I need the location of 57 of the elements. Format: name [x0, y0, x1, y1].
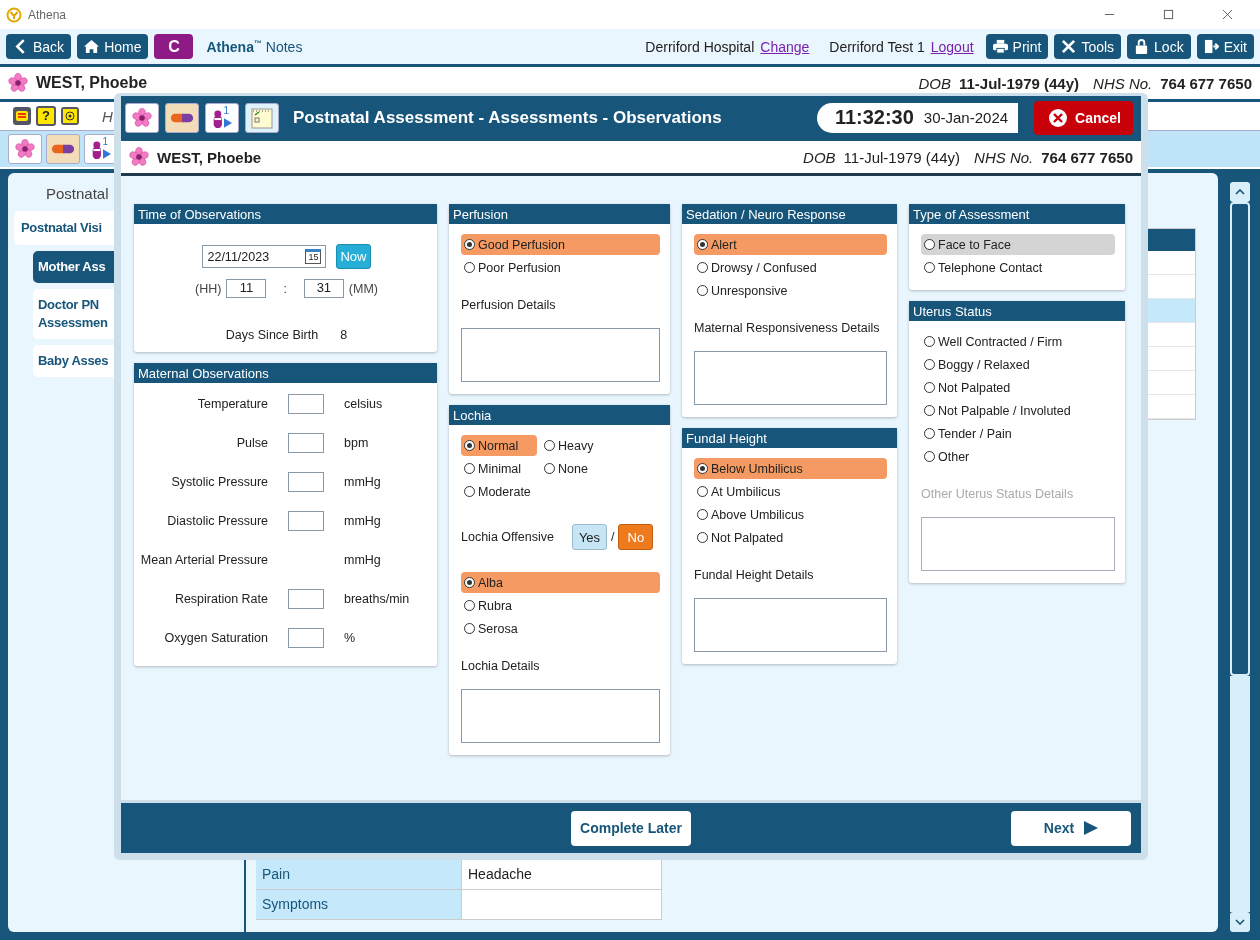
dob-label: DOB	[803, 148, 836, 166]
field-label: Lochia Offensive	[461, 530, 554, 544]
count-label: 1	[102, 136, 108, 147]
minute-label: (MM)	[348, 281, 378, 296]
app-name: Athena$^{™}$ Notes	[206, 38, 303, 55]
panel-title: Maternal Observations	[134, 363, 437, 383]
user-name: Derriford Test 1	[829, 38, 925, 55]
nhs-label: NHS No.	[1093, 74, 1153, 92]
unit-label: mmHg	[344, 553, 382, 567]
unit-label: celsius	[344, 397, 384, 411]
clock-display: 11:32:30 30-Jan-2024	[816, 102, 1019, 133]
toggle-separator: /	[610, 530, 615, 544]
count-label: 1	[223, 104, 229, 116]
table-cell: Pain	[256, 860, 461, 889]
time-separator: :	[283, 281, 287, 296]
table-cell: Symptoms	[256, 890, 461, 919]
header-text: H	[102, 107, 113, 125]
unit-label: %	[344, 631, 357, 645]
field-label: Pulse	[235, 436, 268, 450]
nhs-number: 764 677 7650	[1041, 148, 1133, 166]
days-value: 8	[340, 328, 348, 342]
field-label: Maternal Responsiveness Details	[694, 321, 881, 335]
field-label: Fundal Height Details	[694, 568, 815, 582]
hospital-name: Derriford Hospital	[645, 38, 755, 55]
field-label: Lochia Details	[461, 659, 541, 673]
unit-label: mmHg	[344, 475, 382, 489]
field-label: Other Uterus Status Details	[921, 487, 1075, 501]
dob-value: 11-Jul-1979 (44y)	[958, 74, 1080, 92]
panel-title: Fundal Height	[682, 428, 897, 448]
field-label: Temperature	[196, 397, 268, 411]
field-label: Mean Arterial Pressure	[139, 553, 268, 567]
section-heading: Postnatal	[46, 185, 110, 202]
field-label: Days Since Birth	[225, 328, 319, 342]
nhs-label: NHS No.	[974, 148, 1034, 166]
field-label: Respiration Rate	[173, 592, 268, 606]
panel-title: Type of Assessment	[909, 204, 1125, 224]
dob-label: DOB	[918, 74, 951, 92]
panel-title: Lochia	[449, 405, 670, 425]
dialog-title: Postnatal Assessment - Assessments - Observations	[293, 107, 722, 128]
field-label: Systolic Pressure	[170, 475, 268, 489]
table-cell: Headache	[461, 860, 662, 889]
unit-label: bpm	[344, 436, 370, 450]
field-label: Diastolic Pressure	[166, 514, 268, 528]
field-label: Oxygen Saturation	[163, 631, 268, 645]
nhs-number: 764 677 7650	[1160, 74, 1252, 92]
patient-name: WEST, Phoebe	[157, 148, 262, 166]
field-label: Perfusion Details	[461, 298, 557, 312]
panel-title: Perfusion	[449, 204, 670, 224]
window-title: Athena	[28, 7, 67, 22]
panel-title: Sedation / Neuro Response	[682, 204, 897, 224]
panel-title: Time of Observations	[134, 204, 437, 224]
dob-value: 11-Jul-1979 (44y)	[843, 148, 961, 166]
unit-label: mmHg	[344, 514, 382, 528]
panel-title: Uterus Status	[909, 301, 1125, 321]
patient-name: WEST, Phoebe	[36, 74, 148, 92]
unit-label: breaths/min	[344, 592, 411, 606]
hour-label: (HH)	[195, 281, 222, 296]
